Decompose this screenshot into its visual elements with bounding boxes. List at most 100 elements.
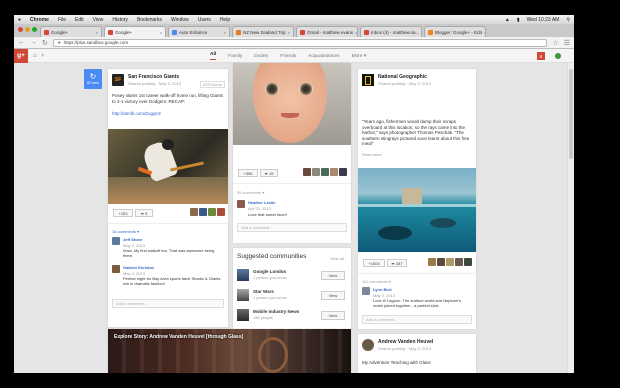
avatar[interactable]	[446, 258, 454, 266]
browser-tab[interactable]: Inbox (4) - matthew.sa...×	[360, 26, 422, 37]
close-tab-icon[interactable]: ×	[224, 30, 226, 35]
browser-tab[interactable]: Google+ ×	[104, 26, 166, 37]
browser-tab[interactable]: Google+ ×	[40, 26, 102, 37]
avatar[interactable]	[303, 168, 311, 176]
browser-tab[interactable]: Auto Enhance ×	[168, 26, 230, 37]
comments-count[interactable]: 111 comments ▾	[362, 279, 391, 284]
comments-count[interactable]: 16 comments ▾	[112, 229, 139, 234]
read-more-link[interactable]: Read more	[362, 152, 382, 157]
forward-icon[interactable]: →	[30, 39, 37, 46]
filter-friends[interactable]: Friends	[280, 54, 296, 59]
page-scrollbar[interactable]	[567, 63, 574, 373]
community-name[interactable]: Mobile Industry News	[253, 309, 299, 314]
post-image-baseball[interactable]	[108, 129, 228, 204]
community-name[interactable]: Star Wars	[253, 289, 274, 294]
url-input[interactable]: ● https://plus.sandbox.google.com	[52, 38, 548, 47]
minimize-window-icon[interactable]	[25, 27, 30, 32]
post-image-stingrays[interactable]	[358, 168, 476, 252]
view-community-button[interactable]: View	[321, 271, 345, 280]
avatar[interactable]	[455, 258, 463, 266]
post-author[interactable]: San Francisco Giants	[128, 74, 179, 80]
post-image-baby[interactable]	[233, 63, 351, 145]
close-tab-icon[interactable]: ×	[96, 30, 98, 35]
menu-edit[interactable]: Edit	[75, 17, 84, 23]
avatar[interactable]	[312, 168, 320, 176]
avatar[interactable]	[339, 168, 347, 176]
plus-one-button[interactable]: +1504	[363, 259, 385, 267]
close-tab-icon[interactable]: ×	[484, 30, 485, 35]
apple-icon[interactable]: ●	[18, 17, 21, 23]
avatar[interactable]	[362, 287, 370, 295]
view-all-link[interactable]: View all	[330, 256, 344, 261]
community-image-starwars[interactable]	[237, 289, 249, 301]
add-comment-input[interactable]: Add a comment...	[237, 223, 347, 232]
post-link[interactable]: http://atmlb.com/ZugqHz	[112, 111, 161, 116]
menu-history[interactable]: History	[112, 17, 128, 23]
notifications-badge[interactable]: 8	[537, 52, 545, 60]
filter-family[interactable]: Family	[228, 54, 242, 59]
add-comment-input[interactable]: Add a comment...	[112, 299, 224, 308]
close-tab-icon[interactable]: ×	[288, 30, 290, 35]
comment-author[interactable]: Heather Leslie	[248, 200, 275, 205]
avatar[interactable]	[437, 258, 445, 266]
avatar[interactable]	[321, 168, 329, 176]
view-community-button[interactable]: View	[321, 311, 345, 320]
gplus-logo[interactable]: g+	[14, 48, 28, 63]
menu-bookmarks[interactable]: Bookmarks	[137, 17, 162, 23]
share-button[interactable]: ➦ 287	[387, 259, 407, 267]
browser-tab[interactable]: Gmail - matthew evans ×	[296, 26, 358, 37]
close-window-icon[interactable]	[18, 27, 23, 32]
close-tab-icon[interactable]: ×	[160, 30, 162, 35]
zoom-window-icon[interactable]	[32, 27, 37, 32]
comment-author[interactable]: Gabriel Khristov	[123, 265, 154, 270]
avatar[interactable]	[112, 237, 120, 245]
avatar[interactable]	[362, 339, 374, 351]
reload-icon[interactable]: ↻	[42, 39, 48, 47]
wifi-icon[interactable]: ▲	[505, 17, 510, 23]
comment-author[interactable]: Jeff Stone	[123, 237, 142, 242]
avatar[interactable]	[199, 208, 207, 216]
comments-count[interactable]: 35 comments ▾	[237, 190, 264, 195]
clock[interactable]: Wed 10:23 AM	[527, 17, 560, 23]
close-tab-icon[interactable]: ×	[355, 30, 357, 35]
avatar[interactable]	[237, 200, 245, 208]
avatar[interactable]	[217, 208, 225, 216]
filter-all[interactable]: All	[210, 52, 217, 60]
filter-acquaintances[interactable]: Acquaintances	[308, 54, 339, 59]
filter-more[interactable]: More ▾	[352, 54, 367, 59]
avatar[interactable]	[112, 265, 120, 273]
profile-avatar[interactable]	[555, 53, 561, 59]
menu-help[interactable]: Help	[220, 17, 230, 23]
new-posts-button[interactable]: ↻ 82 new	[84, 69, 102, 89]
filter-dudes[interactable]: Dudes	[254, 54, 268, 59]
menu-window[interactable]: Window	[171, 17, 189, 23]
natgeo-logo[interactable]	[362, 74, 374, 86]
community-name[interactable]: Google London	[253, 269, 286, 274]
close-tab-icon[interactable]: ×	[421, 30, 422, 35]
giants-logo[interactable]: SF	[112, 74, 124, 86]
plus-one-button[interactable]: +355	[238, 169, 258, 177]
post-glass-story[interactable]: Explore Story: Andrew Vanden Heuvel [thr…	[108, 329, 351, 373]
post-author[interactable]: National Geographic	[378, 74, 427, 80]
menu-file[interactable]: File	[58, 17, 66, 23]
avatar[interactable]	[190, 208, 198, 216]
chevron-right-icon[interactable]: ›	[42, 53, 44, 59]
community-image-mobile[interactable]	[237, 309, 249, 321]
add-comment-input[interactable]: Add a comment...	[362, 315, 472, 324]
menubar-app[interactable]: Chrome	[30, 17, 49, 23]
avatar[interactable]	[330, 168, 338, 176]
chrome-menu-icon[interactable]: ☰	[564, 39, 570, 47]
plus-one-button[interactable]: +153	[113, 209, 133, 217]
view-community-button[interactable]: View	[321, 291, 345, 300]
menu-users[interactable]: Users	[198, 17, 211, 23]
home-icon[interactable]: ⌂	[33, 53, 37, 59]
community-image-london[interactable]	[237, 269, 249, 281]
avatar[interactable]	[464, 258, 472, 266]
browser-tab[interactable]: Blogger: Google+ - Edit×	[424, 26, 486, 37]
scrollbar-thumb[interactable]	[569, 69, 573, 159]
bookmark-star-icon[interactable]: ☆	[552, 39, 558, 47]
spotlight-icon[interactable]: ⚲	[566, 17, 570, 23]
share-button[interactable]: ➦ 9	[135, 209, 153, 217]
comment-author[interactable]: Lynn Bird	[373, 287, 392, 292]
browser-tab[interactable]: NZ New Zealand Trip ×	[232, 26, 294, 37]
